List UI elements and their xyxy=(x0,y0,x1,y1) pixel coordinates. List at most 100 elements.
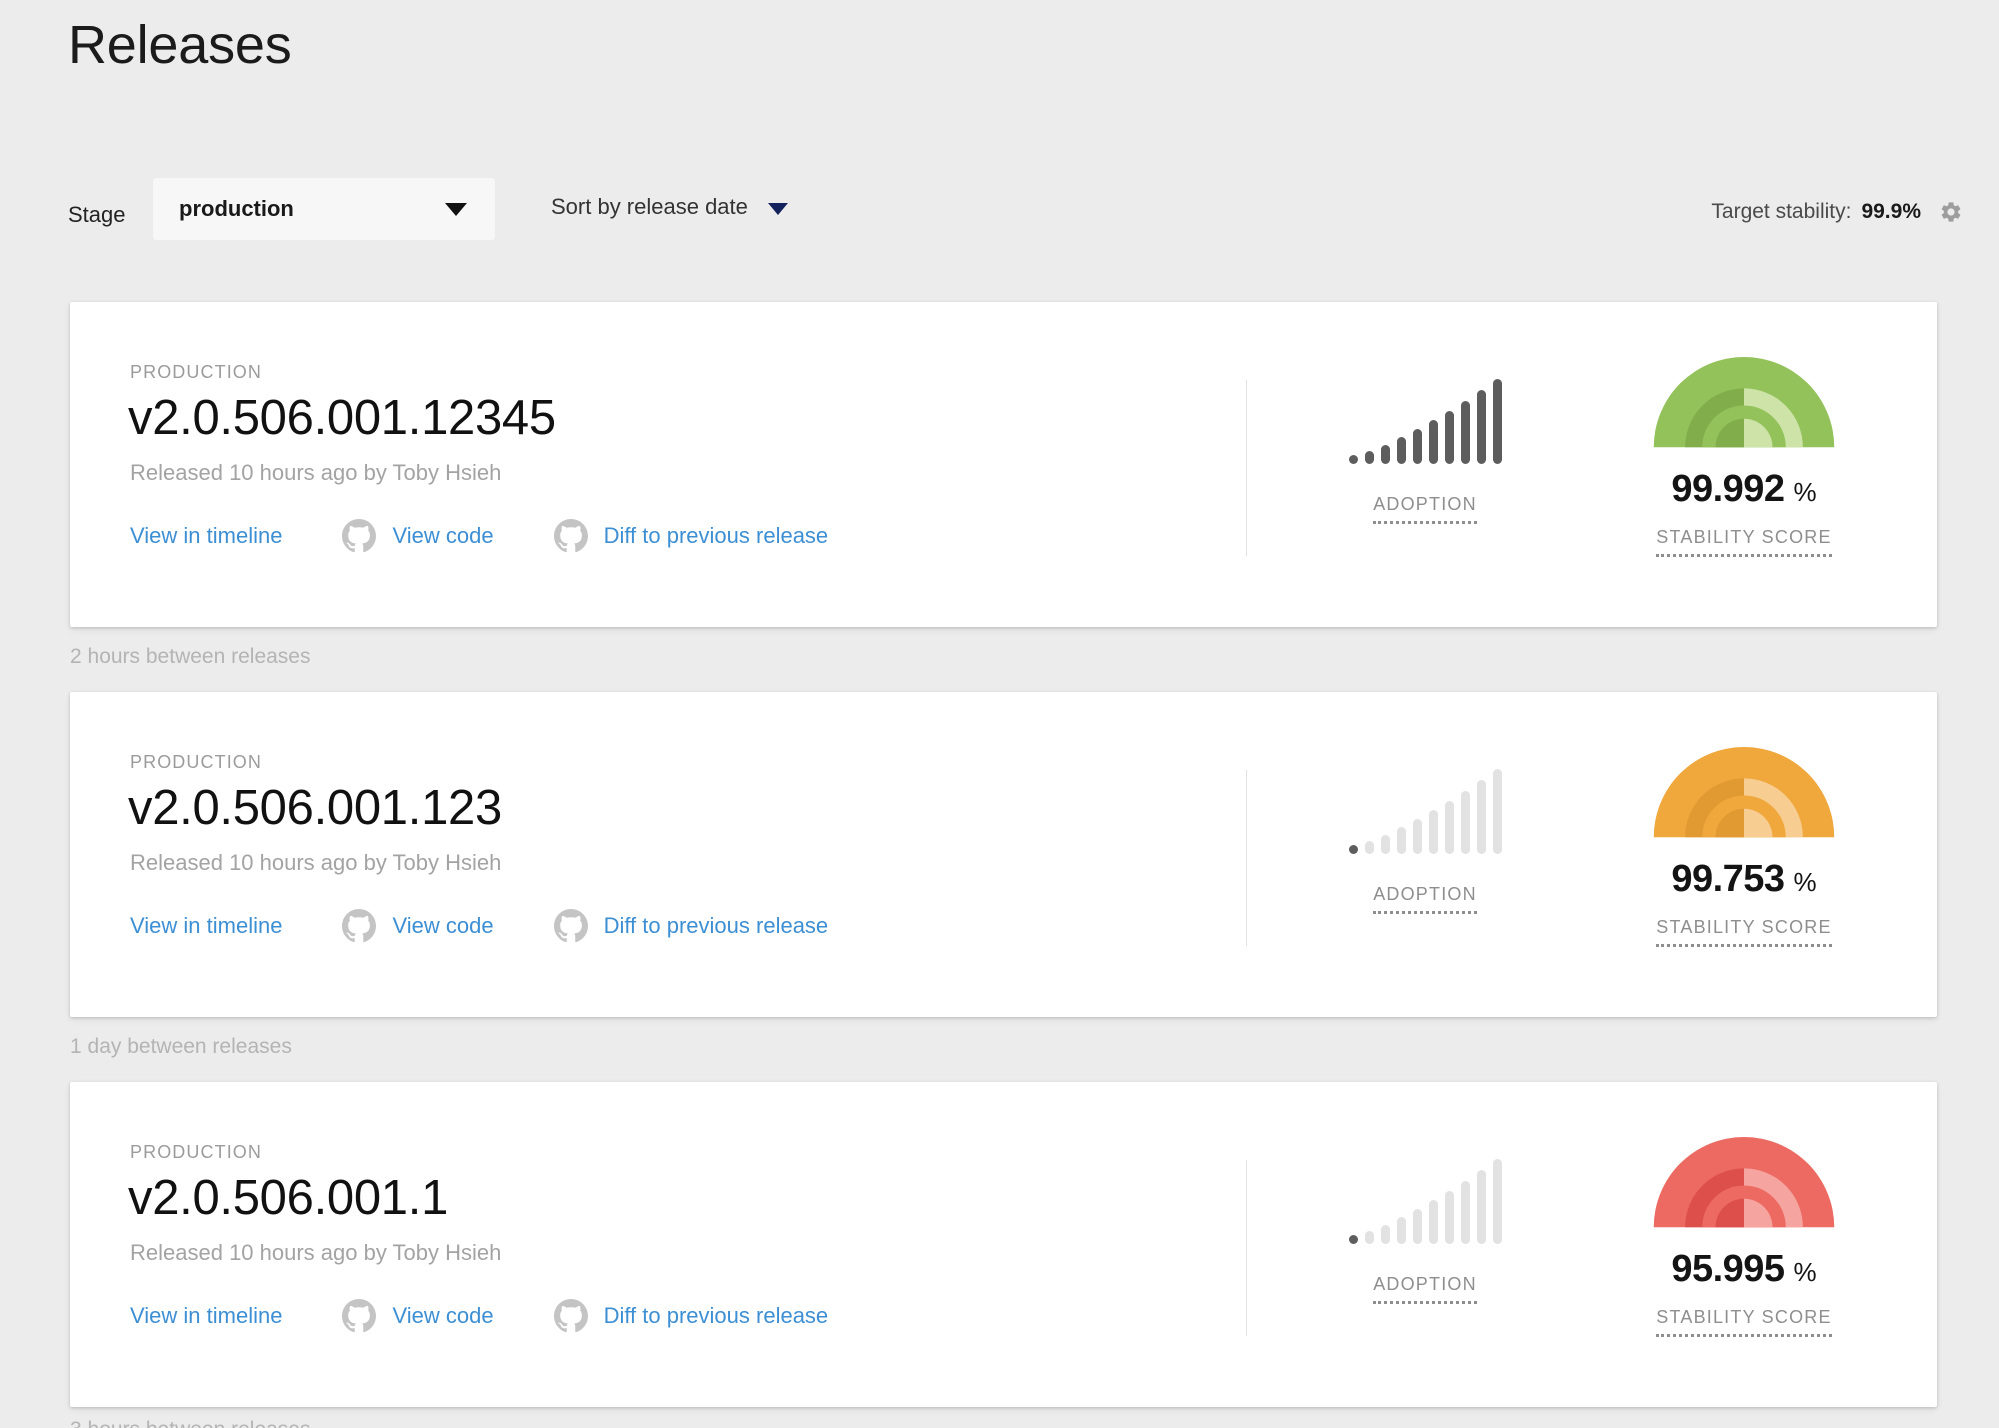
adoption-label[interactable]: ADOPTION xyxy=(1373,1274,1477,1304)
view-code-link[interactable]: View code xyxy=(342,1299,494,1333)
adoption-bar xyxy=(1460,1181,1470,1244)
release-meta: Released 10 hours ago by Toby Hsieh xyxy=(130,460,502,485)
adoption-bar xyxy=(1396,1217,1406,1244)
release-card-inner: PRODUCTION v2.0.506.001.12345 Released 1… xyxy=(70,302,1937,627)
view-code-label: View code xyxy=(392,913,494,938)
view-code-link[interactable]: View code xyxy=(342,519,494,553)
card-divider xyxy=(1246,380,1247,556)
release-card-inner: PRODUCTION v2.0.506.001.1 Released 10 ho… xyxy=(70,1082,1937,1407)
release-card[interactable]: PRODUCTION v2.0.506.001.123 Released 10 … xyxy=(70,692,1937,1017)
adoption-bar xyxy=(1412,819,1422,854)
stability-score: 99.753 % STABILITY SCORE xyxy=(1629,747,1859,947)
adoption-bar xyxy=(1364,841,1374,854)
release-version: v2.0.506.001.123 xyxy=(128,781,502,835)
page-title: Releases xyxy=(68,15,292,75)
release-stage-tag: PRODUCTION xyxy=(130,752,262,772)
diff-label: Diff to previous release xyxy=(603,1303,829,1328)
stability-score: 99.992 % STABILITY SCORE xyxy=(1629,357,1859,557)
release-meta: Released 10 hours ago by Toby Hsieh xyxy=(130,1240,502,1265)
github-icon xyxy=(342,519,377,553)
adoption-label[interactable]: ADOPTION xyxy=(1373,884,1477,914)
release-gap-label: 2 hours between releases xyxy=(70,645,311,668)
release-stage-tag: PRODUCTION xyxy=(130,1142,262,1162)
diff-to-previous-release-link[interactable]: Diff to previous release xyxy=(553,519,829,553)
adoption-bar xyxy=(1476,780,1486,854)
github-icon xyxy=(553,519,588,553)
adoption-bar xyxy=(1476,390,1486,464)
release-links: View in timeline View code Diff to previ… xyxy=(130,519,828,553)
adoption-chart: ADOPTION xyxy=(1330,762,1520,914)
adoption-label[interactable]: ADOPTION xyxy=(1373,494,1477,524)
card-divider xyxy=(1246,770,1247,946)
adoption-bar xyxy=(1492,379,1502,464)
stability-score-value: 99.992 % xyxy=(1671,468,1816,511)
adoption-bar xyxy=(1364,451,1374,464)
adoption-bar xyxy=(1444,410,1454,464)
diff-label: Diff to previous release xyxy=(603,523,829,548)
view-code-link[interactable]: View code xyxy=(342,909,494,943)
release-version: v2.0.506.001.1 xyxy=(128,1171,449,1225)
percent-sign: % xyxy=(1793,1257,1817,1287)
percent-sign: % xyxy=(1793,477,1817,507)
view-in-timeline-link[interactable]: View in timeline xyxy=(130,1303,282,1329)
diff-to-previous-release-link[interactable]: Diff to previous release xyxy=(553,909,829,943)
sort-label: Sort by release date xyxy=(551,194,748,219)
release-card[interactable]: PRODUCTION v2.0.506.001.1 Released 10 ho… xyxy=(70,1082,1937,1407)
release-links: View in timeline View code Diff to previ… xyxy=(130,909,828,943)
adoption-bar xyxy=(1364,1231,1374,1244)
adoption-bar xyxy=(1380,444,1390,464)
stage-select[interactable]: production xyxy=(153,178,495,240)
stage-filter-label: Stage xyxy=(68,202,126,227)
sort-by-release-date-button[interactable]: Sort by release date xyxy=(551,194,788,220)
adoption-chart: ADOPTION xyxy=(1330,372,1520,524)
adoption-bar xyxy=(1412,1209,1422,1244)
releases-page: Releases Stage production Sort by releas… xyxy=(0,0,1999,1428)
adoption-bar xyxy=(1444,1190,1454,1244)
stability-score-label[interactable]: STABILITY SCORE xyxy=(1656,527,1832,557)
adoption-bar xyxy=(1476,1170,1486,1244)
stability-score: 95.995 % STABILITY SCORE xyxy=(1629,1137,1859,1337)
release-stage-tag: PRODUCTION xyxy=(130,362,262,382)
adoption-bar xyxy=(1460,791,1470,854)
view-in-timeline-link[interactable]: View in timeline xyxy=(130,913,282,939)
adoption-bar xyxy=(1396,827,1406,854)
adoption-bar xyxy=(1492,769,1502,854)
adoption-bar xyxy=(1428,809,1438,854)
adoption-bars xyxy=(1348,762,1502,854)
chevron-down-icon xyxy=(767,202,788,215)
stage-select-value: production xyxy=(179,196,294,221)
adoption-bar xyxy=(1412,429,1422,464)
target-stability: Target stability: 99.9% xyxy=(1711,200,1963,224)
github-icon xyxy=(553,1299,588,1333)
release-gap-label: 3 hours between releases xyxy=(70,1418,311,1428)
stability-gauge xyxy=(1653,357,1835,448)
adoption-bar xyxy=(1492,1159,1502,1244)
adoption-bars xyxy=(1348,1152,1502,1244)
stability-score-value: 99.753 % xyxy=(1671,858,1816,901)
release-gap-label: 1 day between releases xyxy=(70,1035,292,1058)
adoption-bar xyxy=(1380,834,1390,854)
adoption-bar xyxy=(1428,1199,1438,1244)
adoption-bar xyxy=(1380,1224,1390,1244)
adoption-bar xyxy=(1348,1235,1358,1244)
diff-to-previous-release-link[interactable]: Diff to previous release xyxy=(553,1299,829,1333)
release-version: v2.0.506.001.12345 xyxy=(128,391,556,445)
adoption-bar xyxy=(1348,455,1358,464)
chevron-down-icon xyxy=(445,203,467,216)
target-stability-value: 99.9% xyxy=(1861,200,1921,223)
gear-icon[interactable] xyxy=(1939,200,1963,224)
release-card[interactable]: PRODUCTION v2.0.506.001.12345 Released 1… xyxy=(70,302,1937,627)
target-stability-label: Target stability: xyxy=(1711,200,1852,223)
stability-score-number: 95.995 xyxy=(1671,1248,1785,1290)
stability-score-label[interactable]: STABILITY SCORE xyxy=(1656,917,1832,947)
adoption-bar xyxy=(1444,800,1454,854)
stability-gauge xyxy=(1653,747,1835,838)
adoption-bar xyxy=(1348,845,1358,854)
stability-gauge xyxy=(1653,1137,1835,1228)
view-in-timeline-link[interactable]: View in timeline xyxy=(130,523,282,549)
toolbar: Stage production Sort by release date Ta… xyxy=(0,178,1999,250)
stability-score-label[interactable]: STABILITY SCORE xyxy=(1656,1307,1832,1337)
diff-label: Diff to previous release xyxy=(603,913,829,938)
view-code-label: View code xyxy=(392,523,494,548)
view-code-label: View code xyxy=(392,1303,494,1328)
